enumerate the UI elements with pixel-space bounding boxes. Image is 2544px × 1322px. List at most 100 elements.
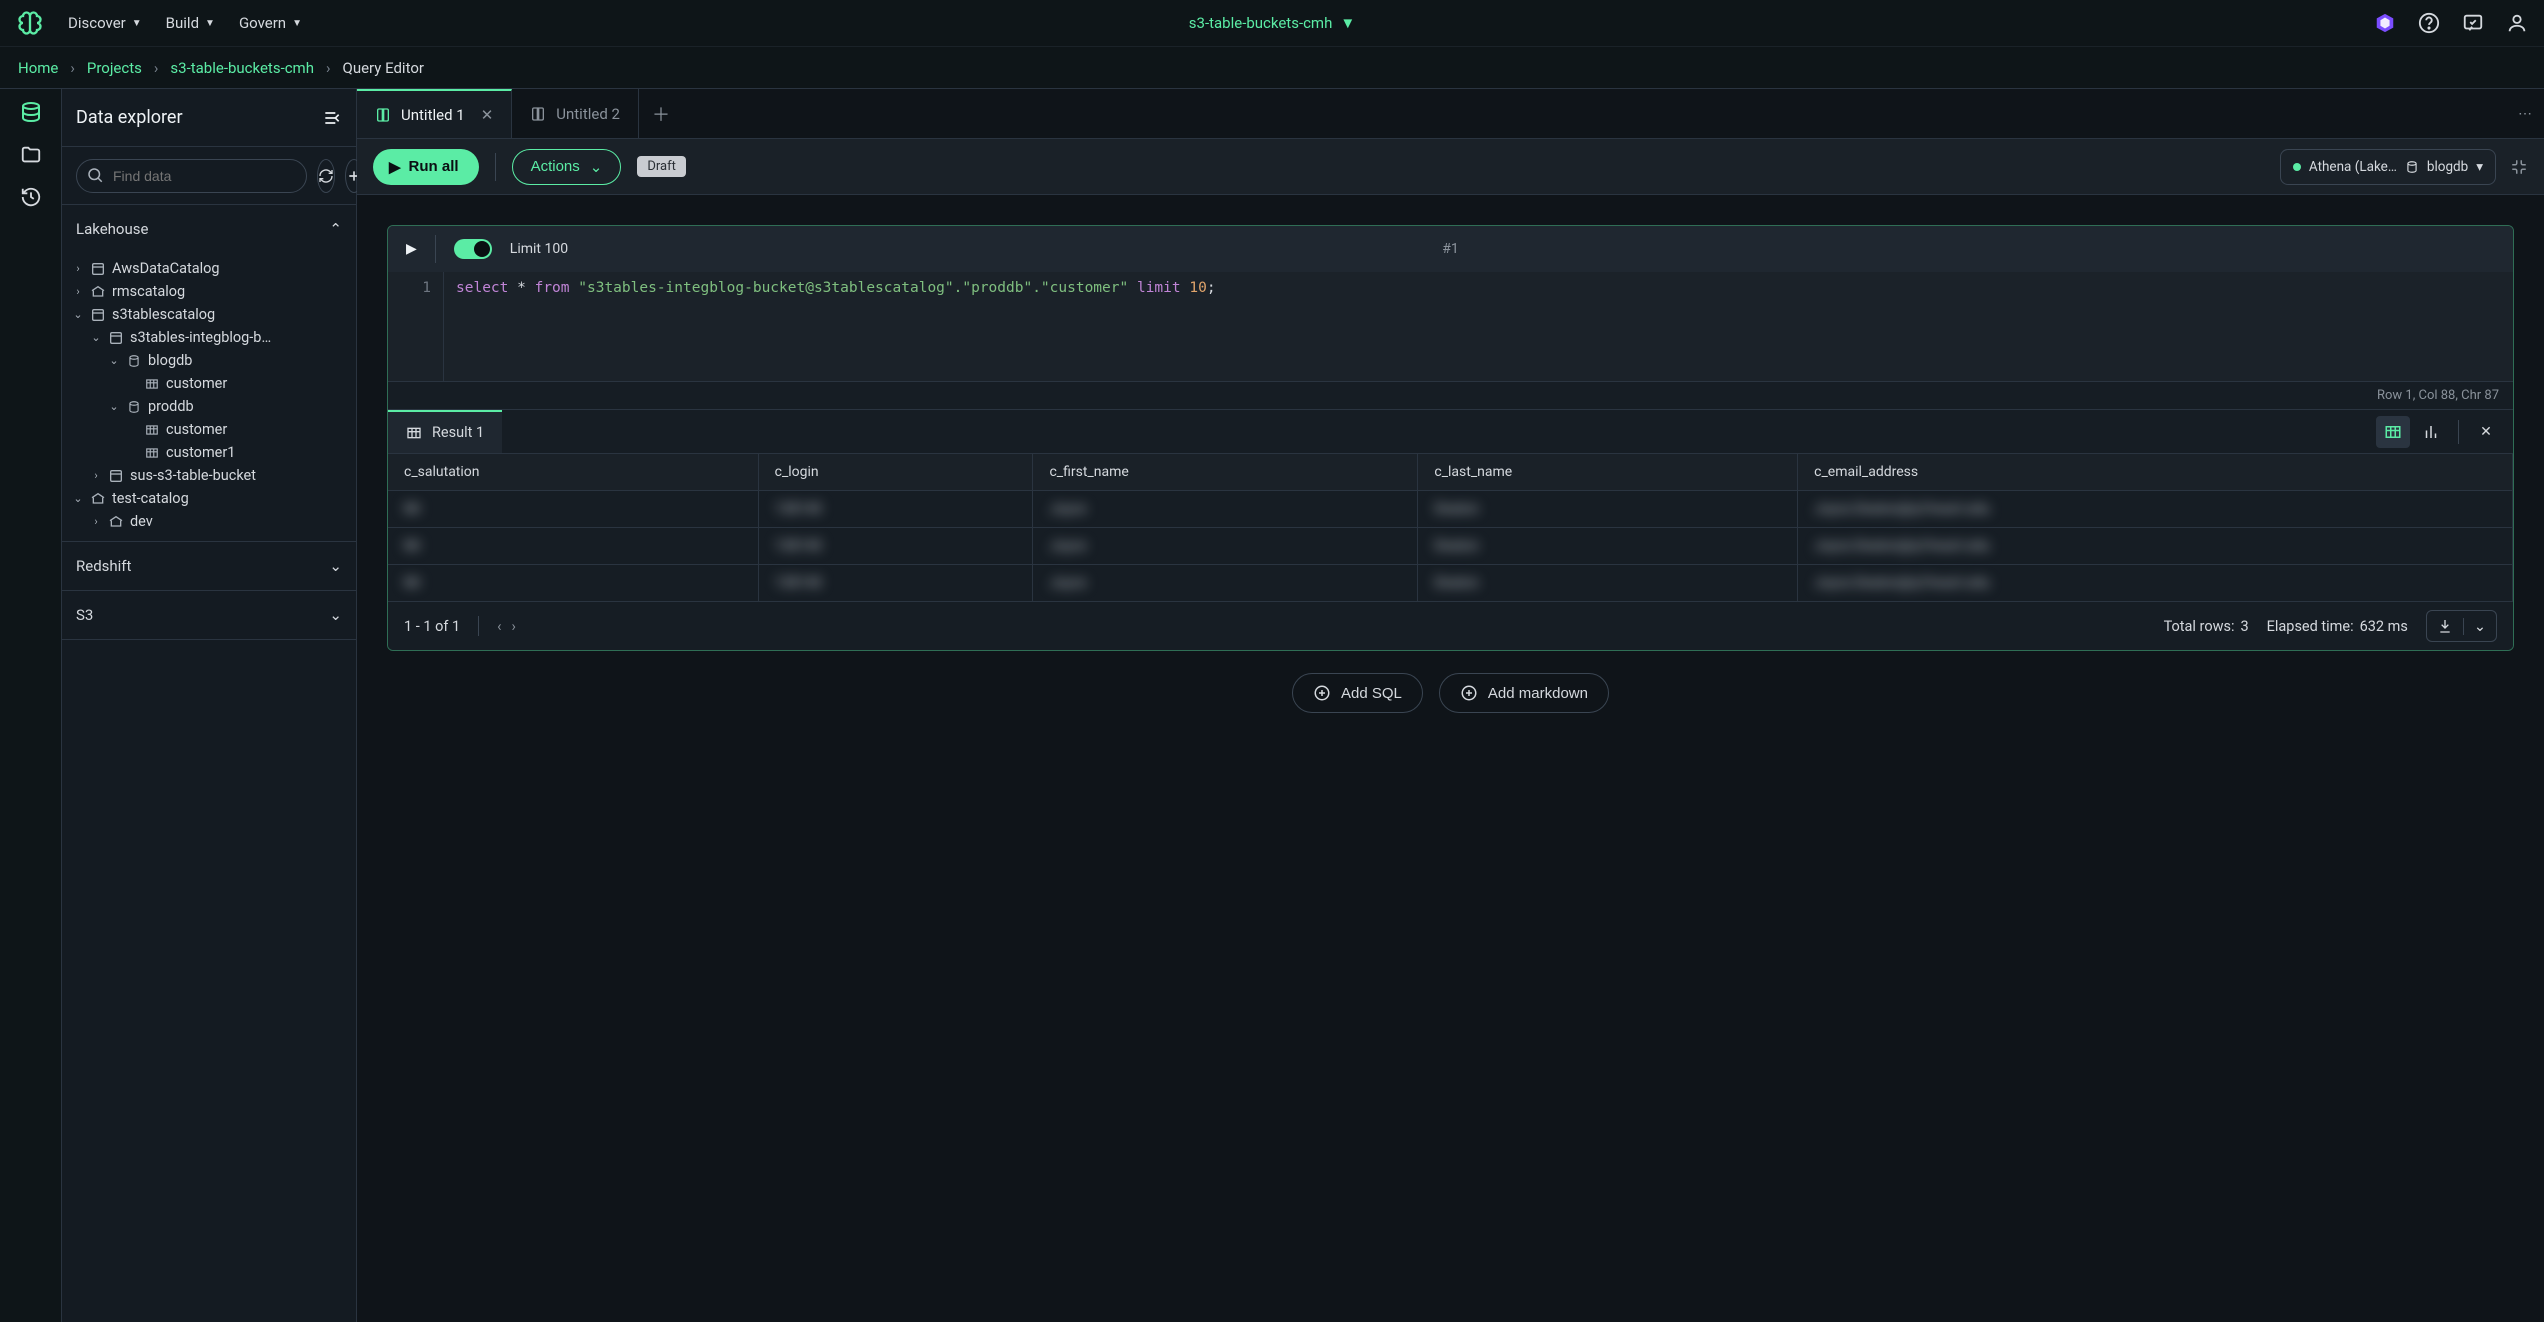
- tree-item-dev[interactable]: › dev: [62, 510, 356, 533]
- cell-email: Joyce.Deaton@q1hwart.edu: [1814, 575, 1990, 591]
- tree-item-test-catalog[interactable]: ⌄ test-catalog: [62, 487, 356, 510]
- more-tabs-icon[interactable]: ⋯: [2506, 89, 2544, 138]
- help-icon[interactable]: [2418, 12, 2440, 34]
- nav-govern[interactable]: Govern ▼: [239, 14, 302, 32]
- catalog-icon: [108, 468, 124, 484]
- actions-button[interactable]: Actions ⌄: [512, 149, 622, 185]
- topbar-left: Discover ▼ Build ▼ Govern ▼: [16, 9, 302, 37]
- add-tab-button[interactable]: ＋: [639, 89, 683, 138]
- table-row[interactable]: Mr 138140 Joyce Deaton Joyce.Deaton@q1hw…: [388, 565, 2513, 602]
- plus-circle-icon: [1313, 684, 1331, 702]
- close-result-button[interactable]: ✕: [2469, 416, 2503, 448]
- col-salutation[interactable]: c_salutation: [388, 454, 758, 491]
- catalog-icon: [108, 330, 124, 346]
- col-first-name[interactable]: c_first_name: [1033, 454, 1418, 491]
- tree-item-s3tables-integblog[interactable]: ⌄ s3tables-integblog-b…: [62, 326, 356, 349]
- col-login[interactable]: c_login: [758, 454, 1033, 491]
- cell-header: ▶ Limit 100 #1: [388, 226, 2513, 272]
- crumb-projects[interactable]: Projects: [87, 59, 142, 77]
- view-buttons: ✕: [2366, 416, 2513, 448]
- collapse-icon: ⌄: [72, 492, 84, 505]
- search-input[interactable]: [76, 159, 307, 193]
- tree-item-blogdb[interactable]: ⌄ blogdb: [62, 349, 356, 372]
- pager-prev-button[interactable]: ‹: [497, 618, 501, 635]
- tree-item-blogdb-customer[interactable]: customer: [62, 372, 356, 395]
- download-icon: [2427, 618, 2463, 634]
- fullscreen-exit-icon[interactable]: [2510, 158, 2528, 176]
- run-all-button[interactable]: ▶ Run all: [373, 149, 479, 185]
- connection-chip[interactable]: Athena (Lake… blogdb ▾: [2280, 149, 2496, 185]
- add-markdown-button[interactable]: Add markdown: [1439, 673, 1609, 713]
- history-icon[interactable]: [19, 185, 43, 209]
- editor-tabs: Untitled 1 ✕ Untitled 2 ＋ ⋯: [357, 89, 2544, 139]
- cell-first: Joyce: [1049, 575, 1086, 591]
- refresh-button[interactable]: [317, 159, 335, 193]
- schema-icon: [90, 284, 106, 300]
- database-icon[interactable]: [19, 101, 43, 125]
- download-button[interactable]: ⌄: [2426, 610, 2497, 642]
- user-icon[interactable]: [2506, 12, 2528, 34]
- expand-icon: ›: [90, 515, 102, 528]
- actions-label: Actions: [531, 158, 580, 175]
- col-email[interactable]: c_email_address: [1798, 454, 2513, 491]
- tree-item-proddb-customer1[interactable]: customer1: [62, 441, 356, 464]
- hexagon-app-icon[interactable]: [2374, 12, 2396, 34]
- limit-toggle[interactable]: [454, 239, 492, 259]
- tab-untitled-1[interactable]: Untitled 1 ✕: [357, 89, 512, 138]
- sidebar-title: Data explorer: [76, 107, 183, 128]
- tree-item-s3tablescatalog[interactable]: ⌄ s3tablescatalog: [62, 303, 356, 326]
- result-tab-label: Result 1: [432, 424, 484, 441]
- draft-badge: Draft: [637, 156, 686, 177]
- result-tab-1[interactable]: Result 1: [388, 410, 502, 453]
- elapsed-value: 632 ms: [2360, 618, 2408, 635]
- table-header-row: c_salutation c_login c_first_name c_last…: [388, 454, 2513, 491]
- tab-untitled-2[interactable]: Untitled 2: [512, 89, 639, 138]
- tree-item-awsdatacatalog[interactable]: › AwsDataCatalog: [62, 257, 356, 280]
- section-redshift-header[interactable]: Redshift ⌄: [62, 542, 356, 590]
- sql-editor[interactable]: 1 select * from "s3tables-integblog-buck…: [388, 272, 2513, 382]
- sidebar-header: Data explorer: [62, 89, 356, 147]
- feedback-icon[interactable]: [2462, 12, 2484, 34]
- tab-label: Untitled 1: [401, 106, 465, 124]
- col-last-name[interactable]: c_last_name: [1418, 454, 1798, 491]
- pager-arrows: ‹ ›: [497, 618, 516, 635]
- cell-last: Deaton: [1434, 538, 1478, 554]
- table-icon: [406, 425, 422, 441]
- tree-item-rmscatalog[interactable]: › rmscatalog: [62, 280, 356, 303]
- main-area: Data explorer Lakehouse ⌃: [0, 89, 2544, 1322]
- crumb-project[interactable]: s3-table-buckets-cmh: [170, 59, 314, 77]
- table-view-button[interactable]: [2376, 416, 2410, 448]
- chevron-down-icon: ⌄: [329, 606, 342, 624]
- table-row[interactable]: Mr 138140 Joyce Deaton Joyce.Deaton@q1hw…: [388, 491, 2513, 528]
- collapse-sidebar-icon[interactable]: [322, 108, 342, 128]
- elapsed-label: Elapsed time:: [2267, 618, 2354, 635]
- divider: [495, 153, 496, 181]
- nav-discover[interactable]: Discover ▼: [68, 14, 142, 32]
- project-selector[interactable]: s3-table-buckets-cmh ▼: [1189, 14, 1355, 32]
- app-logo-icon[interactable]: [16, 9, 44, 37]
- chevron-right-icon: ›: [326, 59, 331, 77]
- run-cell-button[interactable]: ▶: [406, 241, 417, 257]
- close-icon[interactable]: ✕: [481, 106, 494, 124]
- tree-item-proddb[interactable]: ⌄ proddb: [62, 395, 356, 418]
- line-gutter: 1: [388, 272, 444, 381]
- chart-view-button[interactable]: [2414, 416, 2448, 448]
- schema-icon: [90, 491, 106, 507]
- nav-build[interactable]: Build ▼: [166, 14, 215, 32]
- crumb-home[interactable]: Home: [18, 59, 58, 77]
- section-s3-header[interactable]: S3 ⌄: [62, 591, 356, 639]
- cell-salutation: Mr: [404, 501, 421, 517]
- add-sql-button[interactable]: Add SQL: [1292, 673, 1423, 713]
- tree-label: customer1: [166, 444, 235, 461]
- run-all-label: Run all: [409, 158, 459, 175]
- content: Untitled 1 ✕ Untitled 2 ＋ ⋯ ▶ Run all Ac…: [357, 89, 2544, 1322]
- tree-item-proddb-customer[interactable]: customer: [62, 418, 356, 441]
- tree-item-sus-bucket[interactable]: › sus-s3-table-bucket: [62, 464, 356, 487]
- table-row[interactable]: Mr 138140 Joyce Deaton Joyce.Deaton@q1hw…: [388, 528, 2513, 565]
- sql-semi: ;: [1207, 280, 1216, 296]
- cell-login: 138140: [775, 575, 822, 591]
- kw-from: from: [535, 280, 570, 296]
- section-lakehouse-header[interactable]: Lakehouse ⌃: [62, 205, 356, 253]
- pager-next-button[interactable]: ›: [512, 618, 516, 635]
- folder-icon[interactable]: [19, 143, 43, 167]
